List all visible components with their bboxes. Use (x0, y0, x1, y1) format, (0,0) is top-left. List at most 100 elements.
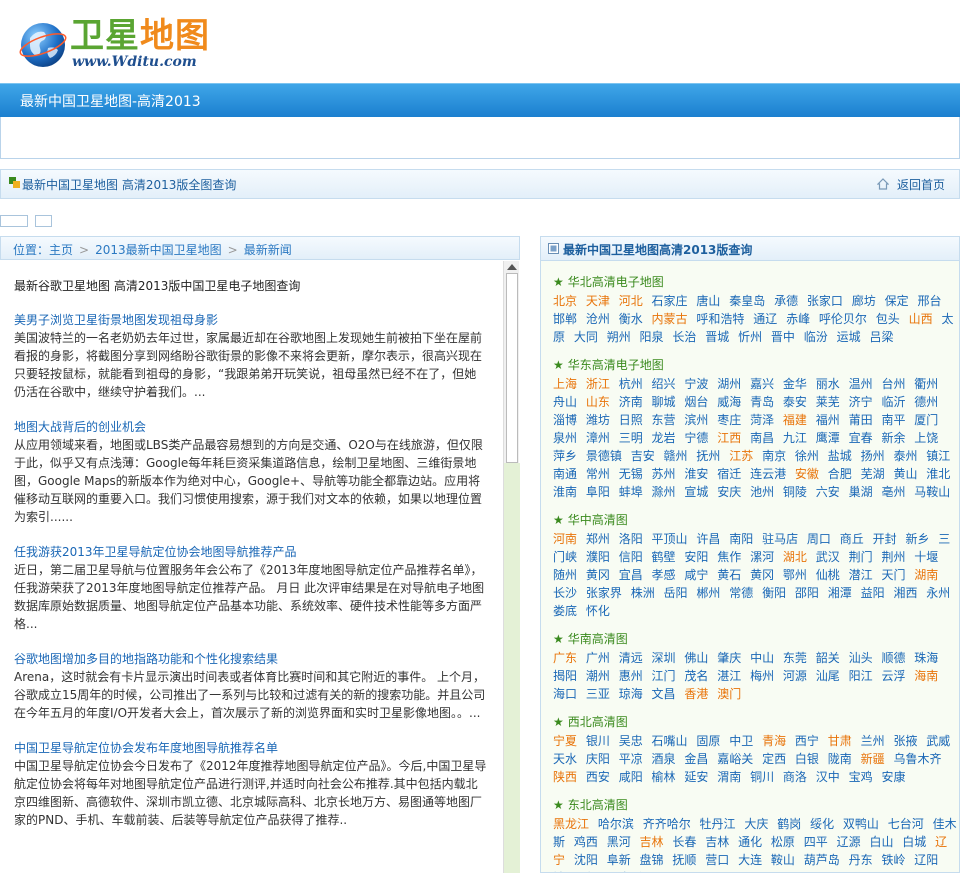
city-link[interactable]: 铁岭 (881, 853, 905, 867)
city-link[interactable]: 延安 (684, 770, 708, 784)
city-link[interactable]: 连云港 (750, 467, 786, 481)
city-link[interactable]: 周口 (807, 532, 831, 546)
city-link[interactable]: 营口 (705, 853, 729, 867)
city-link[interactable]: 苏州 (652, 467, 676, 481)
city-link[interactable]: 莆田 (849, 413, 873, 427)
city-link[interactable]: 泉州 (553, 431, 577, 445)
city-link[interactable]: 衢州 (914, 377, 938, 391)
province-link[interactable]: 海南 (914, 669, 938, 683)
province-link[interactable]: 陕西 (553, 770, 577, 784)
city-link[interactable]: 阜阳 (586, 485, 610, 499)
city-link[interactable]: 景德镇 (586, 449, 622, 463)
site-logo[interactable]: 卫星地图 www.Wditu.com (14, 14, 234, 76)
city-link[interactable]: 池州 (750, 485, 774, 499)
city-link[interactable]: 商丘 (840, 532, 864, 546)
city-link[interactable]: 大同 (574, 330, 598, 344)
province-link[interactable]: 广东 (553, 651, 577, 665)
city-link[interactable]: 郴州 (696, 586, 720, 600)
province-link[interactable]: 北京 (553, 294, 577, 308)
back-home-link[interactable]: 返回首页 (897, 176, 945, 193)
city-link[interactable]: 牡丹江 (700, 817, 736, 831)
tab-button-1[interactable] (0, 215, 28, 227)
city-link[interactable]: 驻马店 (762, 532, 798, 546)
city-link[interactable]: 邢台 (917, 294, 941, 308)
city-link[interactable]: 菏泽 (750, 413, 774, 427)
city-link[interactable]: 常州 (586, 467, 610, 481)
city-link[interactable]: 张家界 (586, 586, 622, 600)
city-link[interactable]: 岳阳 (664, 586, 688, 600)
city-link[interactable]: 沈阳 (574, 853, 598, 867)
city-link[interactable]: 上饶 (914, 431, 938, 445)
city-link[interactable]: 白银 (795, 752, 819, 766)
city-link[interactable]: 新余 (881, 431, 905, 445)
city-link[interactable]: 南京 (762, 449, 786, 463)
province-link[interactable]: 江西 (717, 431, 741, 445)
city-link[interactable]: 淮南 (553, 485, 577, 499)
city-link[interactable]: 娄底 (553, 604, 577, 618)
city-link[interactable]: 益阳 (861, 586, 885, 600)
city-link[interactable]: 汉中 (816, 770, 840, 784)
city-link[interactable]: 荆门 (849, 550, 873, 564)
city-link[interactable]: 南通 (553, 467, 577, 481)
city-link[interactable]: 铜川 (750, 770, 774, 784)
city-link[interactable]: 淮北 (926, 467, 950, 481)
city-link[interactable]: 湖州 (717, 377, 741, 391)
city-link[interactable]: 渭南 (717, 770, 741, 784)
city-link[interactable]: 葫芦岛 (804, 853, 840, 867)
city-link[interactable]: 潮州 (586, 669, 610, 683)
city-link[interactable]: 秦皇岛 (729, 294, 765, 308)
scroll-thumb[interactable] (506, 273, 518, 463)
city-link[interactable]: 芜湖 (861, 467, 885, 481)
city-link[interactable]: 吕梁 (869, 330, 893, 344)
city-link[interactable]: 商洛 (783, 770, 807, 784)
city-link[interactable]: 陇南 (828, 752, 852, 766)
city-link[interactable]: 清远 (619, 651, 643, 665)
city-link[interactable]: 肇庆 (717, 651, 741, 665)
city-link[interactable]: 固原 (696, 734, 720, 748)
city-link[interactable]: 松原 (771, 835, 795, 849)
city-link[interactable]: 天门 (881, 568, 905, 582)
city-link[interactable]: 阳泉 (640, 330, 664, 344)
province-link[interactable]: 湖北 (783, 550, 807, 564)
city-link[interactable]: 韶关 (816, 651, 840, 665)
city-link[interactable]: 张掖 (893, 734, 917, 748)
city-link[interactable]: 通辽 (753, 312, 777, 326)
city-link[interactable]: 平凉 (619, 752, 643, 766)
city-link[interactable]: 东莞 (783, 651, 807, 665)
city-link[interactable]: 永州 (926, 586, 950, 600)
province-link[interactable]: 上海 (553, 377, 577, 391)
city-link[interactable]: 抚州 (696, 449, 720, 463)
city-link[interactable]: 巢湖 (849, 485, 873, 499)
city-link[interactable]: 兰州 (861, 734, 885, 748)
city-link[interactable]: 珠海 (914, 651, 938, 665)
city-link[interactable]: 宜昌 (619, 568, 643, 582)
city-link[interactable]: 大庆 (744, 817, 768, 831)
city-link[interactable]: 朔州 (607, 330, 631, 344)
province-link[interactable]: 黑龙江 (553, 817, 589, 831)
city-link[interactable]: 广州 (586, 651, 610, 665)
city-link[interactable]: 赣州 (664, 449, 688, 463)
city-link[interactable]: 潜江 (849, 568, 873, 582)
city-link[interactable]: 中卫 (729, 734, 753, 748)
city-link[interactable]: 张家口 (807, 294, 843, 308)
city-link[interactable]: 安庆 (717, 485, 741, 499)
city-link[interactable]: 湛江 (717, 669, 741, 683)
city-link[interactable]: 西宁 (795, 734, 819, 748)
province-link[interactable]: 福建 (783, 413, 807, 427)
city-link[interactable]: 长沙 (553, 586, 577, 600)
city-link[interactable]: 安阳 (684, 550, 708, 564)
city-link[interactable]: 唐山 (696, 294, 720, 308)
city-link[interactable]: 海口 (553, 687, 577, 701)
province-link[interactable]: 香港 (684, 687, 708, 701)
city-link[interactable]: 鹰潭 (816, 431, 840, 445)
city-link[interactable]: 马鞍山 (914, 485, 950, 499)
city-link[interactable]: 云浮 (881, 669, 905, 683)
city-link[interactable]: 宁波 (684, 377, 708, 391)
city-link[interactable]: 莱芜 (816, 395, 840, 409)
city-link[interactable]: 吉林 (705, 835, 729, 849)
city-link[interactable]: 金昌 (684, 752, 708, 766)
city-link[interactable]: 怀化 (586, 604, 610, 618)
city-link[interactable]: 丹东 (849, 853, 873, 867)
city-link[interactable]: 承德 (774, 294, 798, 308)
city-link[interactable]: 文昌 (652, 687, 676, 701)
